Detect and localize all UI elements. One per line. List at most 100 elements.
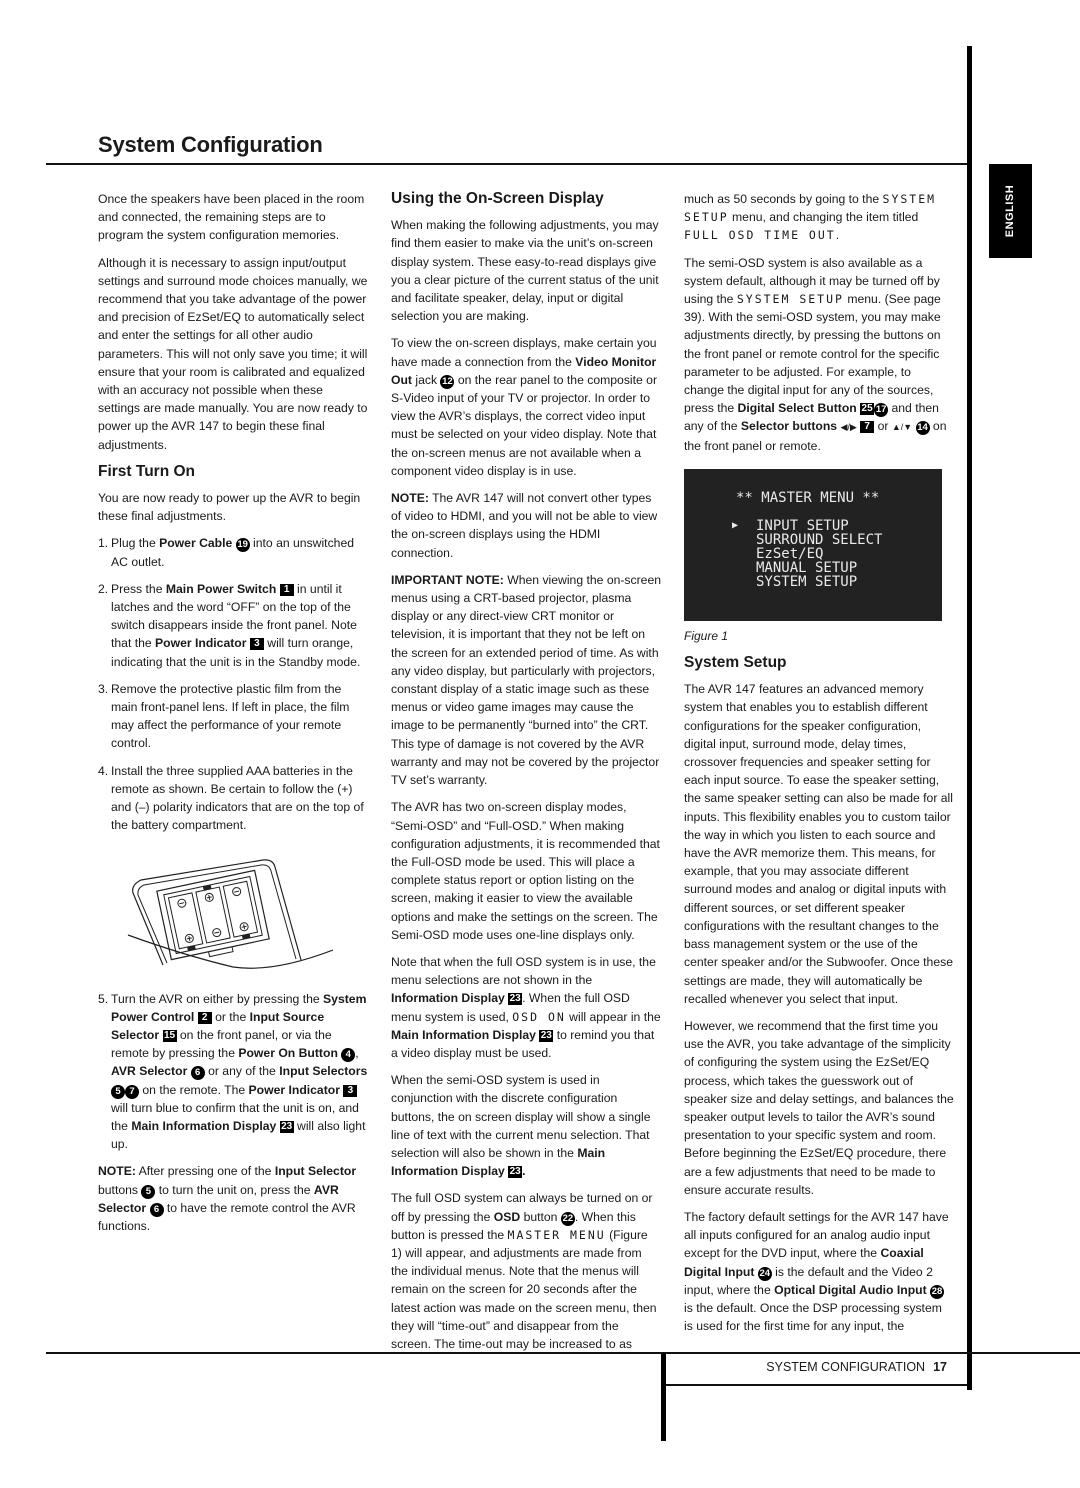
- paragraph: The AVR 147 features an advanced memory …: [684, 682, 953, 1006]
- step-number: 4.: [98, 763, 109, 778]
- osd-heading: Using the On-Screen Display: [391, 190, 604, 207]
- left-right-arrows-icon: ◀/▶: [840, 422, 857, 433]
- callout-badge: 6: [149, 1202, 164, 1217]
- term: Information Display: [391, 991, 505, 1006]
- text: or any of the: [204, 1064, 280, 1079]
- display-text: SYSTEM SETUP: [736, 292, 844, 307]
- header-rule: [46, 163, 970, 165]
- step-number: 5.: [98, 991, 109, 1006]
- margin-rule: [967, 46, 972, 1390]
- callout-badge: 6: [190, 1066, 205, 1081]
- display-text: MASTER MENU: [507, 1227, 606, 1242]
- note-paragraph: NOTE: The AVR 147 will not convert other…: [391, 489, 661, 562]
- page-title: System Configuration: [98, 132, 323, 157]
- callout-badge: 23: [508, 993, 523, 1006]
- step-4: 4. Install the three supplied AAA batteri…: [98, 762, 368, 835]
- callout-badge: 24: [757, 1266, 772, 1281]
- column-3: much as 50 seconds by going to the SYSTE…: [684, 190, 954, 1344]
- menu-item: MANUAL SETUP: [756, 559, 858, 576]
- menu-items: INPUT SETUP SURROUND SELECT EzSet/EQ MAN…: [756, 519, 882, 589]
- page-footer: SYSTEM CONFIGURATION 17: [666, 1353, 967, 1386]
- battery-compartment-illustration: [127, 858, 333, 969]
- footer-section: SYSTEM CONFIGURATION: [766, 1360, 926, 1374]
- callout-badge: 1: [279, 583, 294, 596]
- important-note-paragraph: IMPORTANT NOTE: When viewing the on-scre…: [391, 571, 661, 789]
- term: Input Selectors: [279, 1064, 368, 1079]
- step-5: 5. Turn the AVR on either by pressing the…: [98, 990, 368, 1154]
- display-text: OSD ON: [512, 1009, 566, 1024]
- text: Remove the protective plastic film from …: [111, 681, 350, 751]
- text: ,: [355, 1046, 359, 1061]
- text: Plug the: [111, 536, 160, 551]
- text: Install the three supplied AAA batteries…: [111, 763, 364, 833]
- text: When the semi-OSD system is used in conj…: [391, 1073, 651, 1160]
- term: Input Selector: [274, 1164, 357, 1179]
- text: .: [835, 228, 840, 243]
- menu-title: ** MASTER MENU **: [736, 489, 880, 506]
- callout-badge: 15: [162, 1029, 177, 1042]
- menu-item: SYSTEM SETUP: [756, 573, 858, 590]
- paragraph: The factory default settings for the AVR…: [684, 1208, 954, 1335]
- callout-badge: 25: [860, 403, 875, 416]
- figure-caption: Figure 1: [684, 628, 729, 643]
- paragraph: However, we recommend that the first tim…: [684, 1018, 954, 1197]
- text: menu. (See page 39). With the semi-OSD s…: [684, 292, 941, 416]
- callout-badge: 3: [249, 638, 264, 651]
- note-label: NOTE:: [391, 491, 429, 506]
- term: Main Information Display: [131, 1118, 277, 1133]
- term: OSD: [493, 1209, 521, 1224]
- step-2: 2. Press the Main Power Switch 1 in until…: [98, 580, 368, 671]
- steps-list-continued: 5. Turn the AVR on either by pressing the…: [98, 990, 368, 1154]
- page-number: 17: [933, 1360, 947, 1374]
- paragraph: When the semi-OSD system is used in conj…: [391, 1071, 661, 1180]
- text: on the remote. The: [139, 1082, 249, 1097]
- text: much as 50 seconds by going to the: [684, 192, 883, 206]
- term: Main Information Display: [391, 1027, 536, 1042]
- text: After pressing one of the: [135, 1164, 275, 1179]
- cursor-arrow-icon: ▶: [732, 519, 739, 531]
- term: Power On Button: [238, 1046, 338, 1061]
- menu-item: EzSet/EQ: [756, 545, 824, 562]
- column-2: Using the On-Screen Display When making …: [391, 190, 661, 1362]
- callout-badge: 23: [539, 1029, 554, 1042]
- text: or: [874, 419, 892, 434]
- term: Power Indicator: [248, 1082, 340, 1097]
- paragraph: much as 50 seconds by going to the SYSTE…: [684, 190, 954, 245]
- term: Optical Digital Audio Input: [774, 1282, 927, 1297]
- text: .: [522, 1164, 526, 1179]
- callout-badge: 7: [125, 1084, 139, 1099]
- important-note-label: IMPORTANT NOTE:: [391, 572, 504, 587]
- callout-badge: 28: [930, 1284, 945, 1299]
- step-1: 1. Plug the Power Cable 19 into an unswit…: [98, 534, 368, 570]
- text: to turn the unit on, press the: [155, 1182, 314, 1197]
- term-main-power-switch: Main Power Switch: [165, 581, 277, 596]
- callout-badge: 22: [560, 1211, 575, 1226]
- term: Digital Select Button: [737, 401, 857, 416]
- column-1: Once the speakers have been placed in th…: [98, 190, 368, 1244]
- text: button: [520, 1209, 561, 1224]
- master-menu-figure: ** MASTER MENU ** ▶ INPUT SETUP SURROUND…: [684, 468, 942, 621]
- callout-badge: 4: [341, 1048, 356, 1063]
- steps-list: 1. Plug the Power Cable 19 into an unswit…: [98, 534, 368, 834]
- term: Selector buttons: [740, 419, 838, 434]
- paragraph: The full OSD system can always be turned…: [391, 1189, 661, 1353]
- text: Press the: [111, 581, 166, 596]
- first-turn-on-heading: First Turn On: [98, 462, 196, 480]
- up-down-arrows-icon: ▲/▼: [891, 422, 913, 433]
- text: will appear in the: [565, 1009, 661, 1024]
- paragraph: To view the on-screen displays, make cer…: [391, 334, 661, 480]
- callout-badge: 19: [235, 538, 250, 553]
- step-number: 1.: [98, 536, 109, 551]
- paragraph: The AVR has two on-screen display modes,…: [391, 800, 660, 942]
- callout-badge: 5: [141, 1184, 156, 1199]
- footer-label: SYSTEM CONFIGURATION 17: [766, 1360, 947, 1374]
- display-text: FULL OSD TIME OUT: [684, 228, 836, 243]
- first-turn-on-intro: You are now ready to power up the AVR to…: [98, 491, 361, 524]
- language-label: ENGLISH: [1004, 184, 1017, 238]
- text: buttons: [98, 1182, 142, 1197]
- text: (Figure 1) will appear, and adjustments …: [391, 1227, 657, 1351]
- text: is the default. Once the DSP processing …: [684, 1300, 942, 1334]
- term-power-cable: Power Cable: [159, 536, 233, 551]
- callout-badge: 7: [860, 421, 875, 434]
- callout-badge: 23: [508, 1166, 523, 1179]
